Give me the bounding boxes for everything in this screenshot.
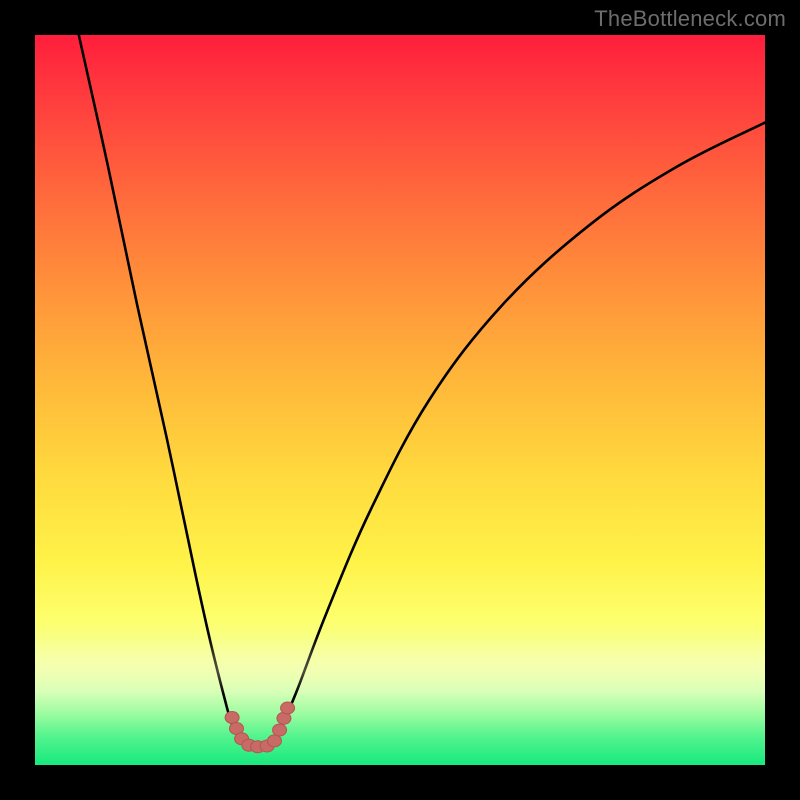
curve-marker [225,712,239,724]
curve-svg [35,35,765,765]
curve-marker [273,724,287,736]
curve-marker [281,702,295,714]
bottleneck-curve [79,35,765,747]
marker-group [225,702,294,753]
chart-frame: TheBottleneck.com [0,0,800,800]
curve-marker [267,735,281,747]
watermark-text: TheBottleneck.com [594,6,786,32]
plot-area [35,35,765,765]
